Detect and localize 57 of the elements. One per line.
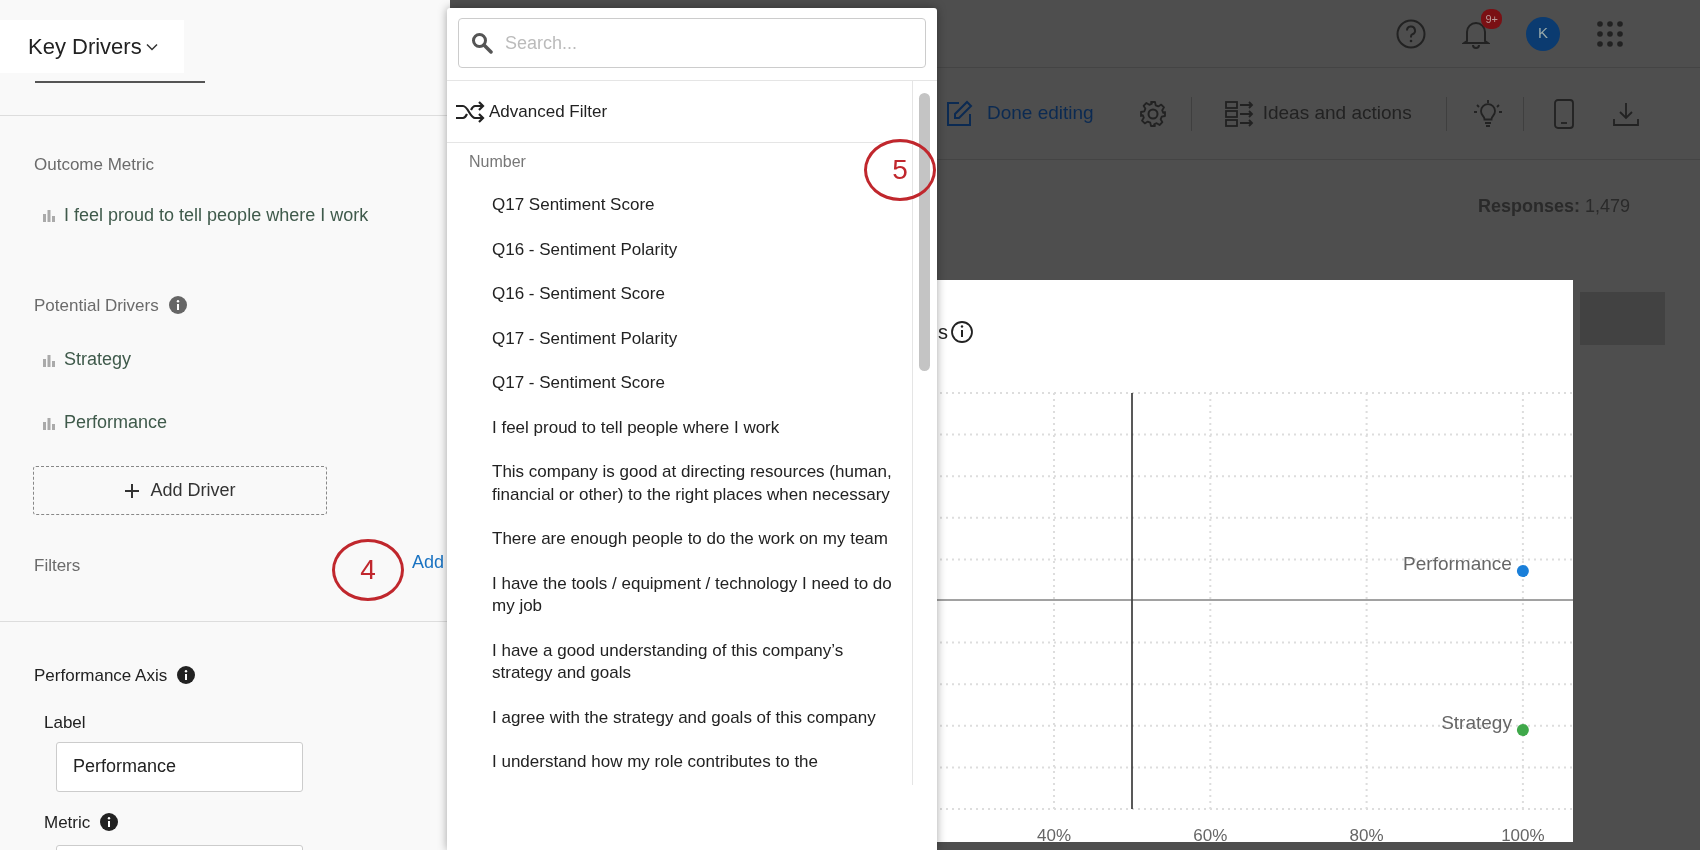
download-icon[interactable] <box>1611 100 1640 127</box>
notification-badge: 9+ <box>1481 8 1502 29</box>
filter-option[interactable]: There are enough people to do the work on my team <box>447 517 912 562</box>
filter-option[interactable]: I understand how my role contributes to the <box>447 740 912 785</box>
axis-tick-label: 80% <box>1349 826 1384 842</box>
axis-tick-label: 100% <box>1501 826 1545 842</box>
add-filter-link[interactable]: Add <box>412 549 445 576</box>
filter-option[interactable]: This company is good at directing resources (human, financial or other) to the right places when necessary <box>447 450 912 517</box>
info-icon <box>951 321 973 343</box>
filter-option[interactable]: I have a good understanding of this company’s strategy and goals <box>447 628 912 696</box>
filter-option[interactable]: I have the tools / equipment / technology I need to do my job <box>447 561 912 629</box>
lightbulb-icon[interactable] <box>1472 98 1503 129</box>
chart-title: s <box>938 321 948 343</box>
callout-marker: 4 <box>332 539 404 601</box>
info-icon <box>177 666 196 685</box>
section-label: Performance Axis <box>34 664 168 687</box>
axis-tick-label: 40% <box>1037 826 1071 842</box>
point-label: Strategy <box>1441 712 1512 733</box>
section-label: Filters <box>34 555 81 577</box>
section-label: Potential Drivers <box>34 294 159 317</box>
step-callout-tooltip: 5 <box>864 139 936 201</box>
driver-item: Performance <box>64 411 168 434</box>
filter-option[interactable]: Q16 - Sentiment Score <box>447 272 912 317</box>
info-icon <box>168 296 187 315</box>
driver-item: Strategy <box>64 348 132 371</box>
user-avatar[interactable]: K <box>1526 16 1560 51</box>
axis-tick-label: 60% <box>1193 826 1228 842</box>
advanced-filter-item[interactable]: Advanced Filter <box>447 81 912 143</box>
label-input[interactable]: Performance <box>56 741 303 792</box>
bar-chart-icon <box>42 415 56 430</box>
filter-option[interactable]: I agree with the strategy and goals of this company <box>447 695 912 740</box>
info-icon <box>100 813 119 832</box>
help-icon[interactable] <box>1396 18 1426 49</box>
apps-grid-icon[interactable] <box>1596 19 1624 48</box>
caret-icon[interactable] <box>145 42 158 51</box>
filter-option[interactable]: Q16 - Sentiment Polarity <box>447 227 912 272</box>
scrollbar-thumb[interactable] <box>919 93 930 371</box>
field-label: Label <box>44 712 86 734</box>
list-arrows-icon <box>1224 99 1255 128</box>
bar-chart-icon <box>42 208 56 222</box>
filter-option[interactable]: Q17 - Sentiment Polarity <box>447 316 912 361</box>
group-heading: Number <box>469 152 526 172</box>
settings-icon[interactable] <box>1138 99 1167 128</box>
search-icon <box>471 32 493 54</box>
section-label: Outcome Metric <box>34 154 154 176</box>
metric-item: I feel proud to tell people where I work <box>64 203 369 227</box>
add-driver-button[interactable]: Add Driver <box>33 466 327 515</box>
phone-icon[interactable] <box>1553 98 1574 129</box>
bar-chart-icon <box>42 352 56 367</box>
field-label: Metric <box>44 811 91 834</box>
point-label: Performance <box>1403 553 1512 574</box>
search-field[interactable]: Search... <box>458 18 926 68</box>
filter-option[interactable]: Q17 - Sentiment Score <box>447 361 912 406</box>
filter-option[interactable]: I feel proud to tell people where I work <box>447 405 912 450</box>
pencil-icon <box>945 99 973 128</box>
shuffle-icon <box>455 100 485 123</box>
plus-icon <box>124 482 141 499</box>
